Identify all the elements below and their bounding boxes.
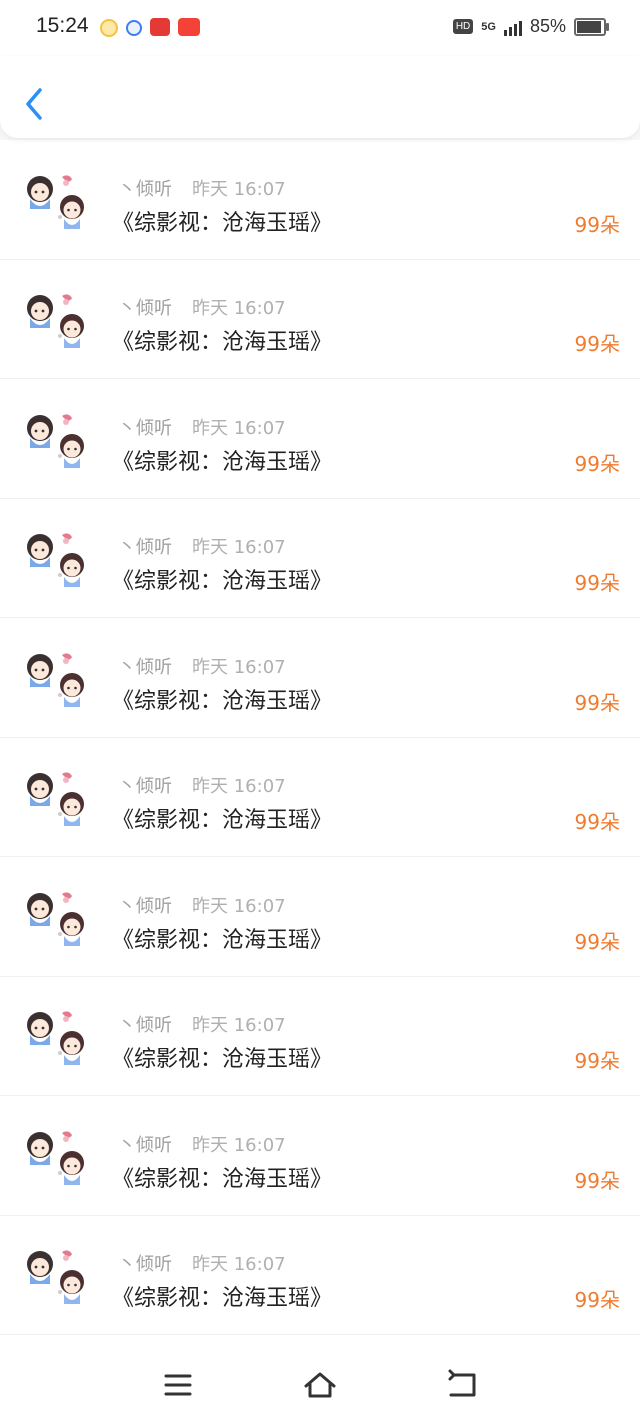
book-title: 《综影视：沧海玉瑶》 (112, 330, 333, 355)
username: 丶倾听 (118, 656, 172, 678)
timestamp: 昨天 16:07 (192, 537, 286, 558)
book-title: 《综影视：沧海玉瑶》 (112, 1166, 333, 1192)
list-item[interactable]: 丶倾听 昨天 16:07 《综影视：沧海玉瑶》 99朵 (0, 858, 640, 977)
book-title: 《综影视：沧海玉瑶》 (112, 449, 333, 475)
list-item[interactable]: 丶倾听 昨天 16:07 《综影视：沧海玉瑶》 99朵 (0, 1097, 640, 1216)
book-title: 《综影视：沧海玉瑶》 (112, 210, 333, 236)
book-title: 《综影视：沧海玉瑶》 (112, 569, 333, 594)
chibi-avatar-icon (27, 891, 84, 946)
chibi-avatar-icon (27, 294, 84, 348)
list-item[interactable]: 丶倾听 昨天 16:07 《综影视：沧海玉瑶》 99朵 (0, 977, 640, 1096)
book-title: 《综影视：沧海玉瑶》 (112, 927, 333, 953)
timestamp: 昨天 16:07 (192, 895, 286, 917)
notification-paw-icon (126, 20, 142, 36)
reward-count: 99朵 (574, 1049, 620, 1073)
battery-icon (574, 17, 609, 36)
avatar[interactable] (22, 1125, 92, 1189)
username: 丶倾听 (118, 537, 172, 558)
avatar[interactable] (22, 288, 92, 352)
status-time: 15:24 (36, 14, 89, 37)
reward-count: 99朵 (574, 1288, 620, 1312)
menu-button[interactable] (161, 1368, 195, 1402)
username: 丶倾听 (118, 298, 172, 319)
chibi-avatar-icon (27, 1130, 84, 1185)
system-navigation-bar (0, 1350, 640, 1425)
list-item[interactable]: 丶倾听 昨天 16:07 《综影视：沧海玉瑶》 99朵 (0, 380, 640, 499)
divider (0, 1334, 640, 1335)
battery-level (577, 20, 601, 33)
timestamp: 昨天 16:07 (192, 656, 286, 678)
book-title: 《综影视：沧海玉瑶》 (112, 688, 333, 714)
timestamp: 昨天 16:07 (192, 1254, 286, 1275)
chibi-avatar-icon (27, 533, 84, 587)
list-item[interactable]: 丶倾听 昨天 16:07 《综影视：沧海玉瑶》 99朵 (0, 260, 640, 379)
chibi-avatar-icon (27, 174, 84, 229)
gift-record-list[interactable]: 《综影视：沧海玉瑶》 99朵 丶倾听 昨天 (0, 140, 640, 1350)
notification-icons (100, 18, 200, 37)
chibi-avatar-icon (27, 652, 84, 707)
battery-percent: 85% (529, 16, 566, 36)
network-label: 5G (481, 20, 496, 33)
timestamp: 昨天 16:07 (192, 417, 286, 439)
list-item[interactable]: 丶倾听 昨天 16:07 《综影视：沧海玉瑶》 99朵 (0, 738, 640, 857)
chibi-avatar-icon (27, 772, 84, 826)
reward-count: 99朵 (574, 1168, 620, 1193)
avatar[interactable] (22, 766, 92, 830)
book-title: 《综影视：沧海玉瑶》 (112, 808, 333, 833)
avatar[interactable] (22, 527, 92, 591)
timestamp: 昨天 16:07 (192, 1134, 286, 1156)
top-app-bar (0, 56, 640, 138)
notification-news-icon (178, 18, 200, 36)
username: 丶倾听 (118, 178, 172, 200)
back-nav-button[interactable] (445, 1368, 479, 1402)
avatar[interactable] (22, 1005, 92, 1069)
menu-icon (164, 1374, 192, 1396)
chibi-avatar-icon (27, 413, 84, 468)
signal-icon (503, 18, 522, 36)
timestamp: 昨天 16:07 (192, 178, 286, 200)
avatar[interactable] (22, 647, 92, 711)
chibi-avatar-icon (27, 1250, 84, 1304)
reward-count: 99朵 (574, 571, 620, 595)
username: 丶倾听 (118, 1015, 172, 1036)
hd-badge: HD (452, 19, 474, 34)
notification-bulb-icon (100, 19, 118, 37)
home-button[interactable] (303, 1368, 337, 1402)
list-item[interactable]: 丶倾听 昨天 16:07 《综影视：沧海玉瑶》 99朵 (0, 1216, 640, 1335)
reward-count: 99朵 (574, 690, 620, 715)
timestamp: 昨天 16:07 (192, 776, 286, 797)
timestamp: 昨天 16:07 (192, 1015, 286, 1036)
username: 丶倾听 (118, 776, 172, 797)
back-gesture-icon (448, 1369, 476, 1397)
reward-count: 99朵 (574, 929, 620, 954)
avatar[interactable] (22, 886, 92, 950)
avatar[interactable] (22, 1244, 92, 1308)
reward-count: 99朵 (574, 332, 620, 356)
timestamp: 昨天 16:07 (192, 298, 286, 319)
avatar[interactable] (22, 169, 92, 233)
home-icon (304, 1372, 336, 1398)
list-item[interactable]: 丶倾听 昨天 16:07 《综影视：沧海玉瑶》 99朵 (0, 141, 640, 260)
reward-count: 99朵 (574, 810, 620, 834)
status-right: HD 5G 85% (452, 16, 609, 37)
list-item[interactable]: 丶倾听 昨天 16:07 《综影视：沧海玉瑶》 99朵 (0, 499, 640, 618)
chibi-avatar-icon (27, 1011, 84, 1065)
notification-app-icon (150, 18, 170, 36)
avatar[interactable] (22, 408, 92, 472)
username: 丶倾听 (118, 1134, 172, 1156)
status-bar: 15:24 HD 5G 85% (0, 0, 640, 56)
reward-count: 99朵 (574, 212, 620, 237)
chevron-left-icon (26, 88, 42, 120)
reward-count: 99朵 (574, 451, 620, 476)
back-button[interactable] (18, 84, 50, 124)
username: 丶倾听 (118, 1254, 172, 1275)
list-item[interactable]: 丶倾听 昨天 16:07 《综影视：沧海玉瑶》 99朵 (0, 619, 640, 738)
book-title: 《综影视：沧海玉瑶》 (112, 1047, 333, 1072)
username: 丶倾听 (118, 895, 172, 917)
book-title: 《综影视：沧海玉瑶》 (112, 1286, 333, 1311)
username: 丶倾听 (118, 417, 172, 439)
